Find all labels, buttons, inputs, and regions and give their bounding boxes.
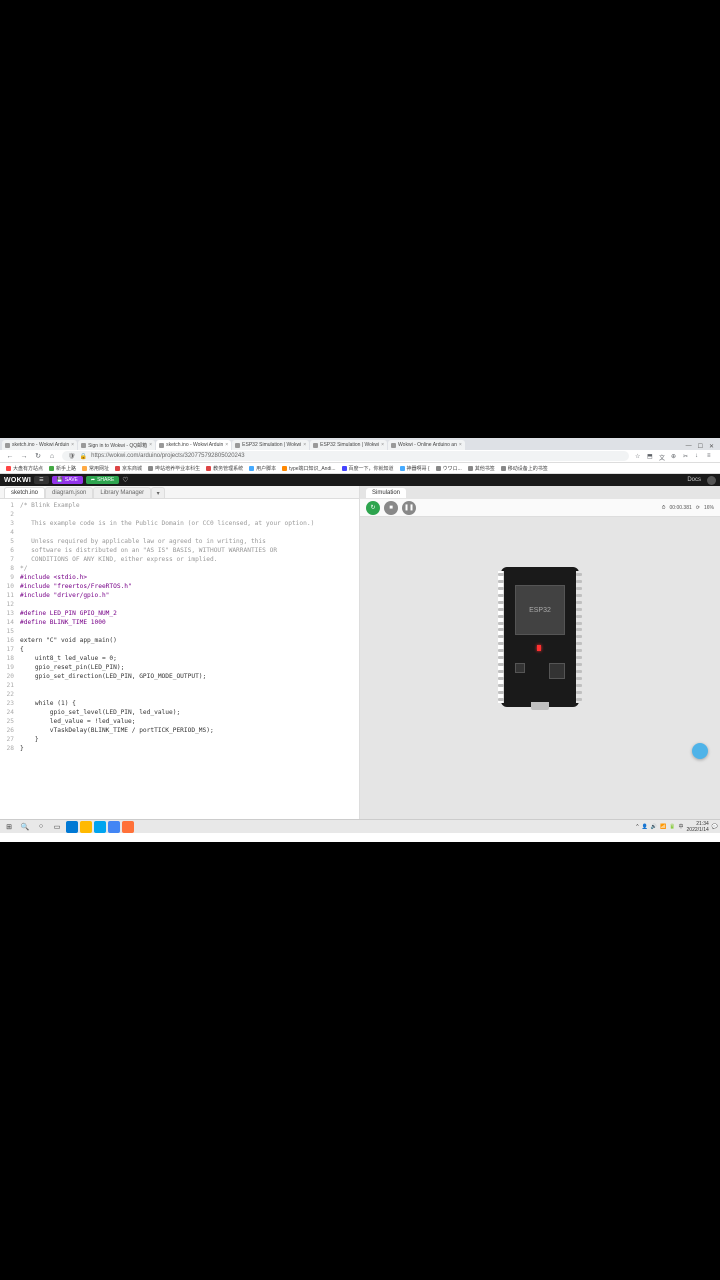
restart-button[interactable]: ↻ (366, 501, 380, 515)
edge-icon[interactable] (66, 821, 78, 833)
tray-ime-icon[interactable]: 中 (679, 823, 684, 830)
save-button[interactable]: 💾 SAVE (52, 476, 83, 484)
simulation-tab[interactable]: Simulation (366, 488, 406, 498)
tray-wifi-icon[interactable]: 📶 (660, 824, 666, 830)
zoom-icon[interactable]: ⊕ (671, 453, 678, 460)
browser-tabstrip: sketch.ino - Wokwi Arduin×Sign in to Wok… (0, 438, 720, 450)
sim-performance: 16% (704, 505, 714, 511)
translate-icon[interactable]: 文 (659, 453, 666, 460)
pause-button[interactable]: ❚❚ (402, 501, 416, 515)
bookmark-item[interactable]: 百度一下，你就知道 (342, 465, 394, 472)
tab-diagram[interactable]: diagram.json (45, 487, 93, 498)
user-avatar[interactable] (707, 476, 716, 485)
download-icon[interactable]: ↓ (695, 453, 702, 460)
notification-icon[interactable]: 💬 (712, 824, 718, 830)
tab-library-manager[interactable]: Library Manager (93, 487, 151, 498)
perf-icon: ⟳ (696, 505, 700, 511)
browser-tab[interactable]: Sign in to Wokwi - QQ邮箱× (78, 440, 155, 450)
bookmark-item[interactable]: type端口知识_Andi... (282, 465, 335, 472)
bookmark-item[interactable]: 常用网址 (82, 465, 109, 472)
bookmark-item[interactable]: 京东商城 (115, 465, 142, 472)
screenshot-icon[interactable]: ✂ (683, 453, 690, 460)
menu-icon[interactable]: ☰ (34, 476, 48, 484)
reload-button[interactable]: ↻ (34, 452, 42, 460)
minimize-button[interactable]: — (686, 443, 692, 450)
file-tabs: sketch.ino diagram.json Library Manager … (0, 486, 359, 499)
usb-port (531, 702, 549, 710)
cortana-button[interactable]: ○ (34, 821, 48, 833)
bookmark-item[interactable]: 用户脚本 (249, 465, 276, 472)
window-controls: — ☐ ✕ (686, 443, 720, 450)
url-text: https://wokwi.com/arduino/projects/32077… (91, 453, 244, 459)
back-button[interactable]: ← (6, 452, 14, 460)
board-component (515, 663, 525, 673)
bookmark-item[interactable]: 移动设备上的书签 (501, 465, 548, 472)
app-icon[interactable] (94, 821, 106, 833)
wokwi-logo[interactable]: WOKWI (4, 477, 31, 484)
share-button[interactable]: ➦ SHARE (86, 476, 119, 484)
tray-battery-icon[interactable]: 🔋 (669, 824, 675, 830)
browser-tab[interactable]: Wokwi - Online Arduino an× (388, 440, 465, 450)
taskview-button[interactable]: ▭ (50, 821, 64, 833)
simulation-toolbar: ↻ ■ ❚❚ ⏱ 00:00.381 ⟳ 16% (360, 499, 720, 517)
clock-icon: ⏱ (662, 505, 666, 511)
search-button[interactable]: 🔍 (18, 821, 32, 833)
windows-taskbar: ⊞ 🔍 ○ ▭ ^ 👤 🔊 📶 🔋 中 21:34 2022/1/14 💬 (0, 819, 720, 833)
start-button[interactable]: ⊞ (2, 821, 16, 833)
browser-tab[interactable]: ESP32 Simulation | Wokwi× (232, 440, 309, 450)
extension-icon[interactable]: ⬒ (647, 453, 654, 460)
home-button[interactable]: ⌂ (48, 452, 56, 460)
bookmark-item[interactable]: 其他书签 (468, 465, 495, 472)
stop-button[interactable]: ■ (384, 501, 398, 515)
explorer-icon[interactable] (80, 821, 92, 833)
menu-icon[interactable]: ≡ (707, 453, 714, 460)
code-editor[interactable]: 1234567891011121314151617181920212223242… (0, 499, 359, 819)
browser-tab[interactable]: sketch.ino - Wokwi Arduin× (2, 440, 77, 450)
shield-icon: 🛡 (68, 453, 76, 460)
bookmark-item[interactable]: ウワロ... (436, 465, 462, 472)
tray-people-icon[interactable]: 👤 (642, 824, 648, 830)
tab-sketch[interactable]: sketch.ino (4, 487, 45, 498)
address-bar: ← → ↻ ⌂ 🛡 🔒 https://wokwi.com/arduino/pr… (0, 450, 720, 463)
add-component-button[interactable] (692, 743, 708, 759)
tray-chevron-icon[interactable]: ^ (636, 824, 638, 830)
docs-link[interactable]: Docs (687, 477, 701, 483)
heart-icon[interactable]: ♡ (122, 476, 128, 484)
close-button[interactable]: ✕ (709, 443, 714, 450)
browser-tab[interactable]: ESP32 Simulation | Wokwi× (310, 440, 387, 450)
firefox-icon[interactable] (122, 821, 134, 833)
app-header: WOKWI ☰ 💾 SAVE ➦ SHARE ♡ Docs (0, 474, 720, 486)
sim-time: 00:00.381 (670, 505, 692, 511)
esp32-board[interactable]: ESP32 (501, 567, 579, 707)
board-component (549, 663, 565, 679)
chrome-icon[interactable] (108, 821, 120, 833)
tray-network-icon[interactable]: 🔊 (651, 824, 657, 830)
bookmarks-bar: 大盘有方站点新手上路常用网址京东商城哔站培养毕业本科生教务管理系统用户脚本 typ… (0, 463, 720, 474)
tab-dropdown[interactable]: ▾ (151, 487, 165, 498)
bookmark-item[interactable]: 神器啊哥 { (400, 465, 430, 472)
maximize-button[interactable]: ☐ (698, 443, 703, 450)
bookmark-item[interactable]: 新手上路 (49, 465, 76, 472)
bookmark-item[interactable]: 哔站培养毕业本科生 (148, 465, 200, 472)
simulation-panel: Simulation ↻ ■ ❚❚ ⏱ 00:00.381 ⟳ 16% ESP3… (360, 486, 720, 819)
browser-tab[interactable]: sketch.ino - Wokwi Arduin× (156, 440, 231, 450)
simulation-canvas[interactable]: ESP32 (360, 517, 720, 819)
system-clock[interactable]: 21:34 2022/1/14 (687, 821, 709, 833)
url-input[interactable]: 🛡 🔒 https://wokwi.com/arduino/projects/3… (62, 451, 629, 461)
bookmark-icon[interactable]: ☆ (635, 453, 642, 460)
bookmark-item[interactable]: 大盘有方站点 (6, 465, 43, 472)
forward-button[interactable]: → (20, 452, 28, 460)
esp32-chip: ESP32 (515, 585, 565, 635)
editor-panel: sketch.ino diagram.json Library Manager … (0, 486, 360, 819)
bookmark-item[interactable]: 教务管理系统 (206, 465, 243, 472)
onboard-led (537, 645, 541, 651)
lock-icon: 🔒 (80, 453, 87, 460)
